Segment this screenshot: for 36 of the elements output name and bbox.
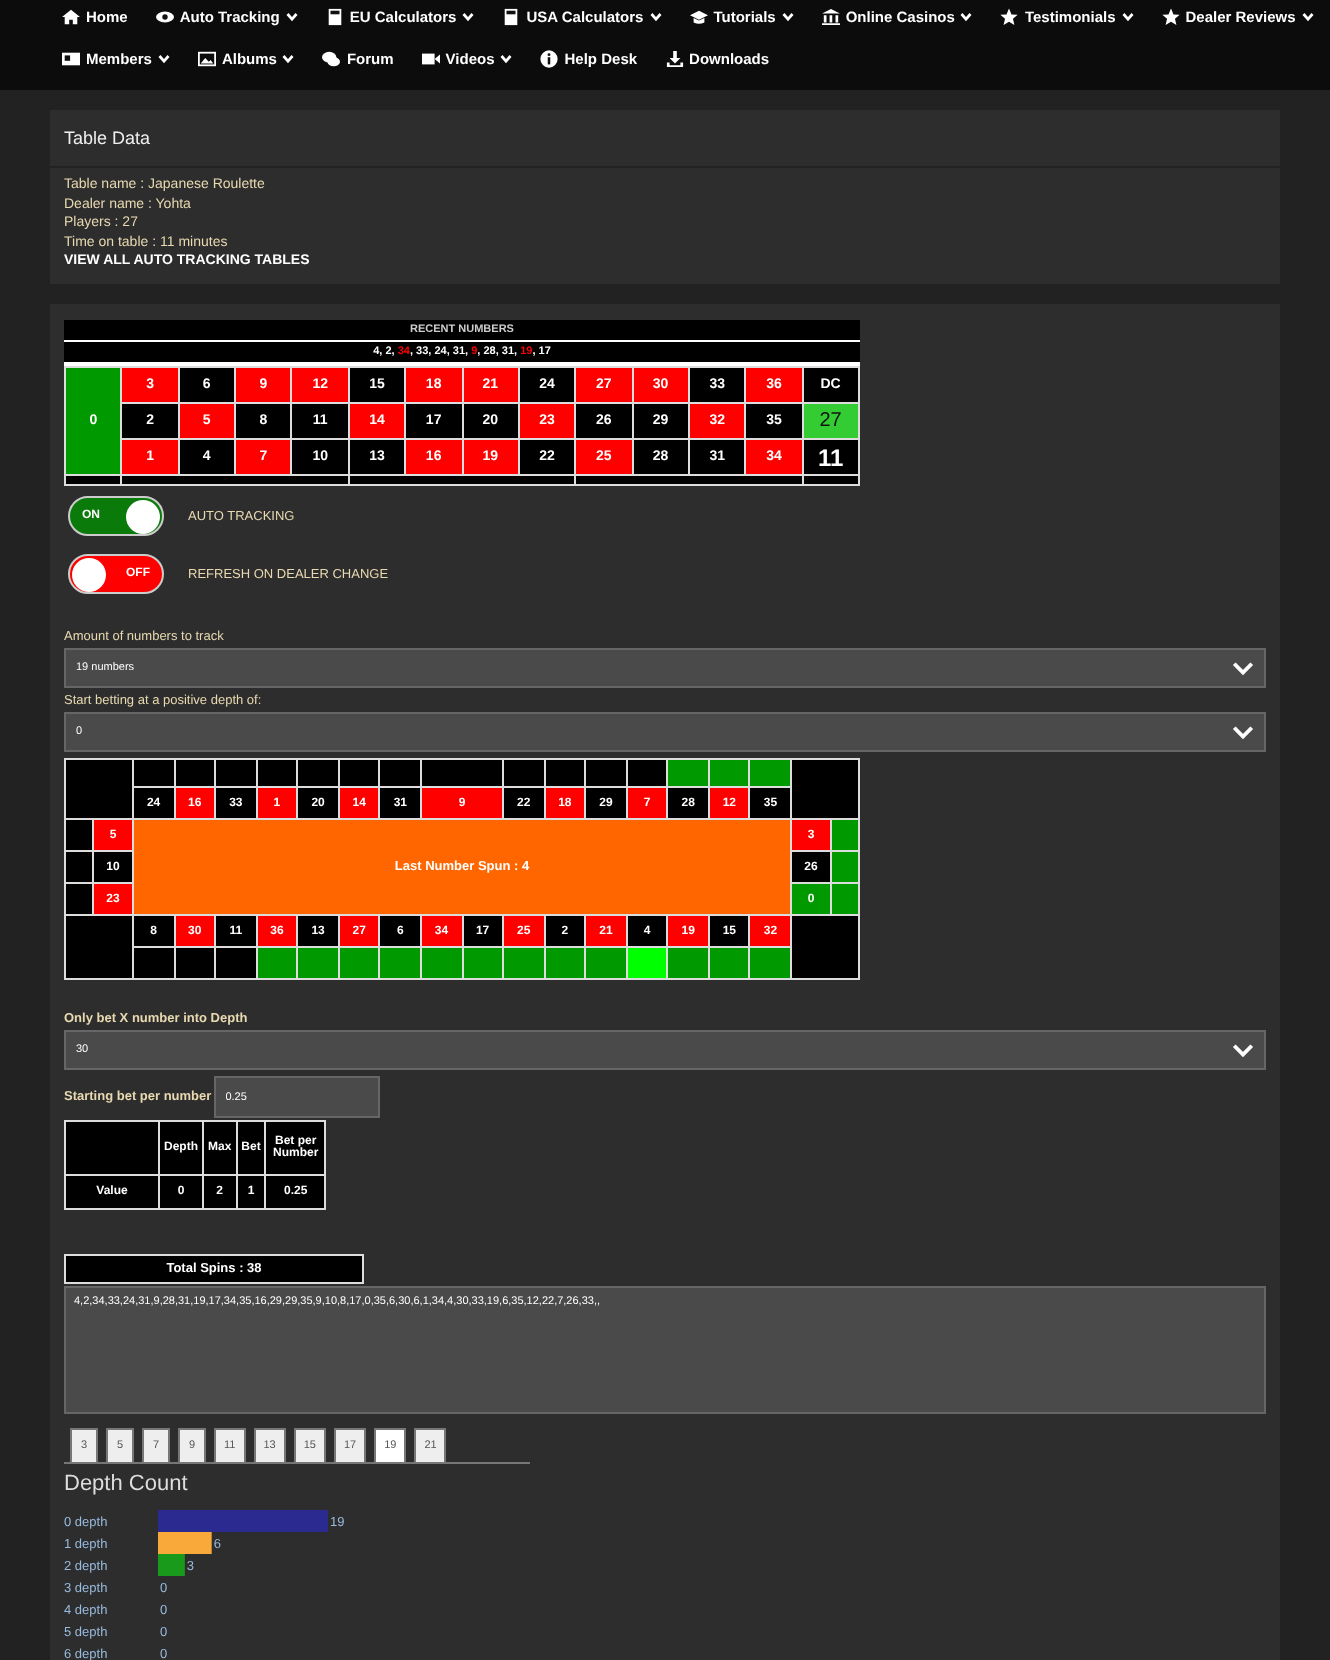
caret-icon xyxy=(649,11,662,21)
track-corner xyxy=(66,916,132,978)
nav-icon xyxy=(62,50,80,68)
caret-icon xyxy=(462,11,475,21)
nav-icon xyxy=(689,7,708,25)
nav-icon xyxy=(155,7,174,25)
caret-icon xyxy=(781,11,794,21)
track-corner xyxy=(66,760,132,818)
caret-icon xyxy=(285,11,298,21)
nav-icon xyxy=(421,50,440,68)
caret-icon xyxy=(282,54,295,64)
nav-icon xyxy=(1000,7,1019,25)
nav-icon xyxy=(540,50,559,68)
track-corner xyxy=(792,760,858,818)
caret-icon xyxy=(1121,11,1134,21)
column-header xyxy=(65,1121,159,1175)
chevron-down-icon xyxy=(1232,661,1254,675)
nav-icon xyxy=(821,7,840,25)
caret-icon xyxy=(500,54,513,64)
chevron-down-icon xyxy=(1232,1043,1254,1057)
caret-icon xyxy=(960,11,973,21)
dealer-total-cell: 11 xyxy=(803,440,858,474)
nav-icon xyxy=(1161,7,1180,25)
nav-icon xyxy=(322,50,341,68)
nav-icon xyxy=(325,7,344,25)
panel-title: Table Data xyxy=(50,110,1280,168)
nav-icon xyxy=(197,50,216,68)
track-corner xyxy=(792,916,858,978)
caret-icon xyxy=(157,54,170,64)
nav-icon xyxy=(665,50,684,68)
caret-icon xyxy=(1301,11,1314,21)
nav-icon xyxy=(62,7,80,25)
nav-icon xyxy=(502,7,521,25)
chevron-down-icon xyxy=(1232,725,1254,739)
dealer-count-cell: 27 xyxy=(803,404,858,438)
depth-count-title: Depth Count xyxy=(64,1472,190,1496)
